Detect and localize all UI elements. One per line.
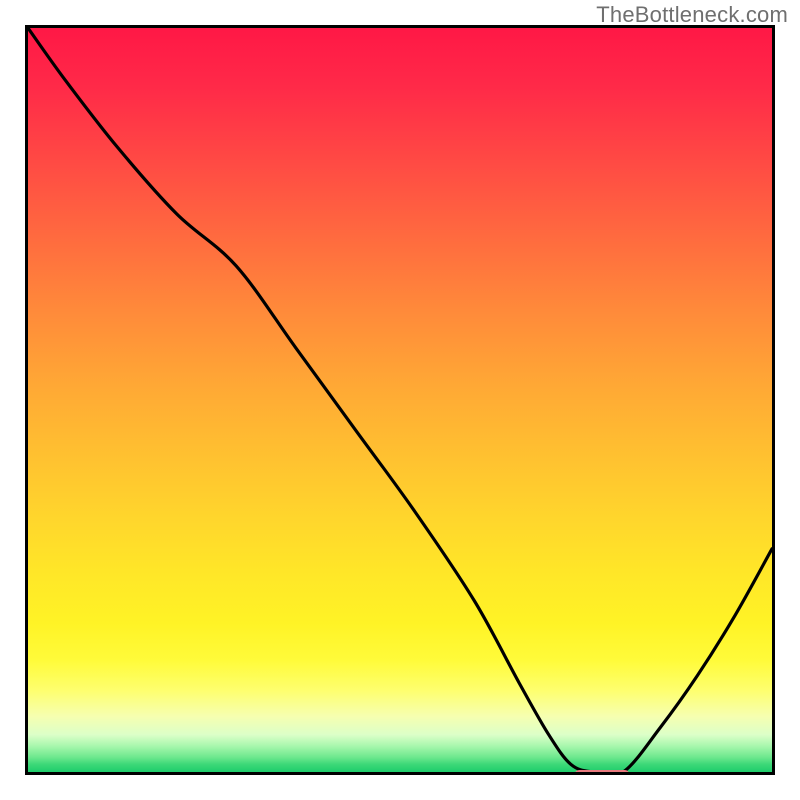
optimal-range-marker <box>574 770 631 775</box>
bottleneck-curve <box>28 28 772 772</box>
plot-area <box>25 25 775 775</box>
